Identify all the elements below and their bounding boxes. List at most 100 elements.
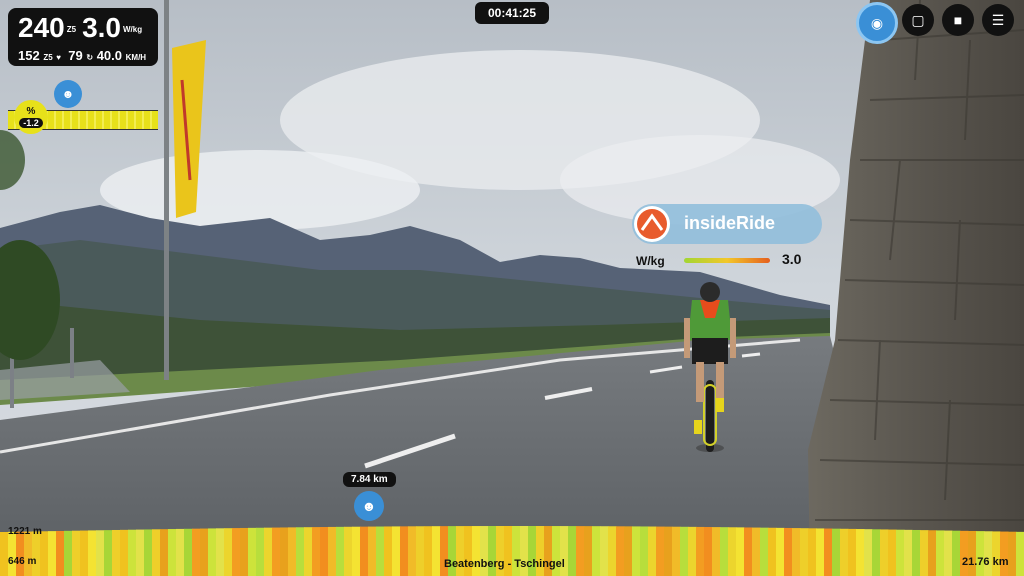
profile-segment bbox=[272, 527, 281, 576]
profile-segment bbox=[416, 526, 425, 576]
profile-segment bbox=[800, 528, 809, 576]
profile-segment bbox=[968, 530, 977, 576]
partner-logo-icon bbox=[634, 206, 670, 242]
profile-segment bbox=[96, 530, 105, 576]
cadence-value: 79 bbox=[68, 48, 83, 63]
profile-segment bbox=[248, 527, 257, 576]
partner-metric-label: W/kg bbox=[636, 254, 665, 268]
profile-segment bbox=[600, 526, 609, 576]
profile-segment bbox=[632, 526, 641, 576]
power-zone: Z5 bbox=[66, 25, 77, 35]
profile-segment bbox=[88, 530, 97, 576]
profile-segment bbox=[736, 527, 745, 576]
profile-segment bbox=[168, 529, 177, 576]
profile-segment bbox=[648, 526, 657, 576]
profile-segment bbox=[880, 529, 889, 576]
profile-segment bbox=[224, 528, 233, 576]
profile-segment bbox=[16, 531, 25, 576]
speed-value: 40.0 bbox=[96, 48, 123, 63]
profile-segment bbox=[704, 527, 713, 576]
profile-segment bbox=[328, 526, 337, 576]
profile-segment bbox=[872, 529, 881, 576]
profile-segment bbox=[808, 528, 817, 576]
profile-segment bbox=[1008, 531, 1017, 576]
profile-segment bbox=[928, 530, 937, 576]
menu-icon: ☰ bbox=[991, 11, 1005, 28]
profile-segment bbox=[984, 531, 993, 576]
chat-icon: ▢ bbox=[911, 11, 925, 28]
profile-segment bbox=[400, 526, 409, 576]
map-rider-pin: ☻ bbox=[54, 80, 82, 108]
profile-segment bbox=[304, 527, 313, 576]
camera-view-button[interactable]: ◉ bbox=[856, 2, 898, 44]
profile-segment bbox=[72, 530, 81, 576]
partner-name: insideRide bbox=[684, 213, 776, 233]
profile-segment bbox=[640, 526, 649, 576]
profile-segment bbox=[608, 526, 617, 576]
profile-segment bbox=[128, 529, 137, 576]
stop-button[interactable]: ■ bbox=[942, 4, 974, 36]
profile-segment bbox=[0, 532, 9, 576]
profile-segment bbox=[424, 526, 433, 576]
profile-segment bbox=[976, 531, 985, 576]
partner-metric-value: 3.0 bbox=[782, 251, 802, 267]
wkg-value: 3.0 bbox=[82, 12, 121, 43]
partner-badge: insideRide bbox=[632, 204, 822, 244]
altitude-min-label: 646 m bbox=[8, 556, 37, 567]
profile-segment bbox=[672, 526, 681, 576]
profile-segment bbox=[832, 528, 841, 576]
grade-symbol: % bbox=[26, 106, 36, 117]
profile-segment bbox=[384, 526, 393, 576]
profile-segment bbox=[584, 526, 593, 576]
profile-segment bbox=[896, 529, 905, 576]
profile-segment bbox=[64, 530, 73, 576]
profile-segment bbox=[40, 531, 49, 576]
profile-segment bbox=[256, 527, 265, 576]
profile-rider-pin: ☻ bbox=[354, 491, 384, 521]
profile-segment bbox=[200, 528, 209, 576]
profile-segment bbox=[376, 526, 385, 576]
profile-segment bbox=[184, 528, 193, 576]
heart-rate-value: 152 bbox=[18, 48, 40, 63]
chat-button[interactable]: ▢ bbox=[902, 4, 934, 36]
ride-stats-panel: 240 Z5 3.0 W/kg 152 Z5 ♥ 79 ↻ 40.0 KM/H bbox=[8, 8, 158, 66]
route-total-distance: 21.76 km bbox=[962, 556, 1009, 568]
profile-segment bbox=[56, 530, 65, 576]
profile-segment bbox=[568, 526, 577, 576]
profile-segment bbox=[760, 527, 769, 576]
profile-segment bbox=[392, 526, 401, 576]
profile-segment bbox=[744, 527, 753, 576]
profile-segment bbox=[720, 527, 729, 576]
profile-segment bbox=[408, 526, 417, 576]
profile-segment bbox=[208, 528, 217, 576]
profile-segment bbox=[816, 528, 825, 576]
profile-segment bbox=[336, 526, 345, 576]
profile-segment bbox=[296, 527, 305, 576]
profile-segment bbox=[8, 531, 17, 576]
profile-segment bbox=[840, 528, 849, 576]
profile-segment bbox=[920, 530, 929, 576]
menu-button[interactable]: ☰ bbox=[982, 4, 1014, 36]
partner-metric-bar bbox=[684, 258, 770, 263]
profile-segment bbox=[1016, 531, 1024, 576]
profile-segment bbox=[912, 529, 921, 576]
profile-segment bbox=[768, 527, 777, 576]
profile-segment bbox=[48, 531, 57, 576]
profile-segment bbox=[792, 528, 801, 576]
wkg-unit: W/kg bbox=[123, 25, 143, 35]
profile-segment bbox=[104, 530, 113, 576]
rider-face-icon: ☻ bbox=[61, 87, 75, 101]
profile-segment bbox=[696, 526, 705, 576]
profile-segment bbox=[24, 531, 33, 576]
profile-segment bbox=[320, 527, 329, 576]
altitude-max-label: 1221 m bbox=[8, 526, 42, 537]
profile-segment bbox=[864, 529, 873, 576]
profile-segment bbox=[856, 529, 865, 576]
stop-icon: ■ bbox=[953, 12, 963, 28]
profile-segment bbox=[848, 528, 857, 576]
profile-segment bbox=[952, 530, 961, 576]
profile-segment bbox=[688, 526, 697, 576]
profile-segment bbox=[232, 528, 241, 576]
rider-face-icon: ☻ bbox=[361, 498, 377, 514]
profile-segment bbox=[144, 529, 153, 576]
